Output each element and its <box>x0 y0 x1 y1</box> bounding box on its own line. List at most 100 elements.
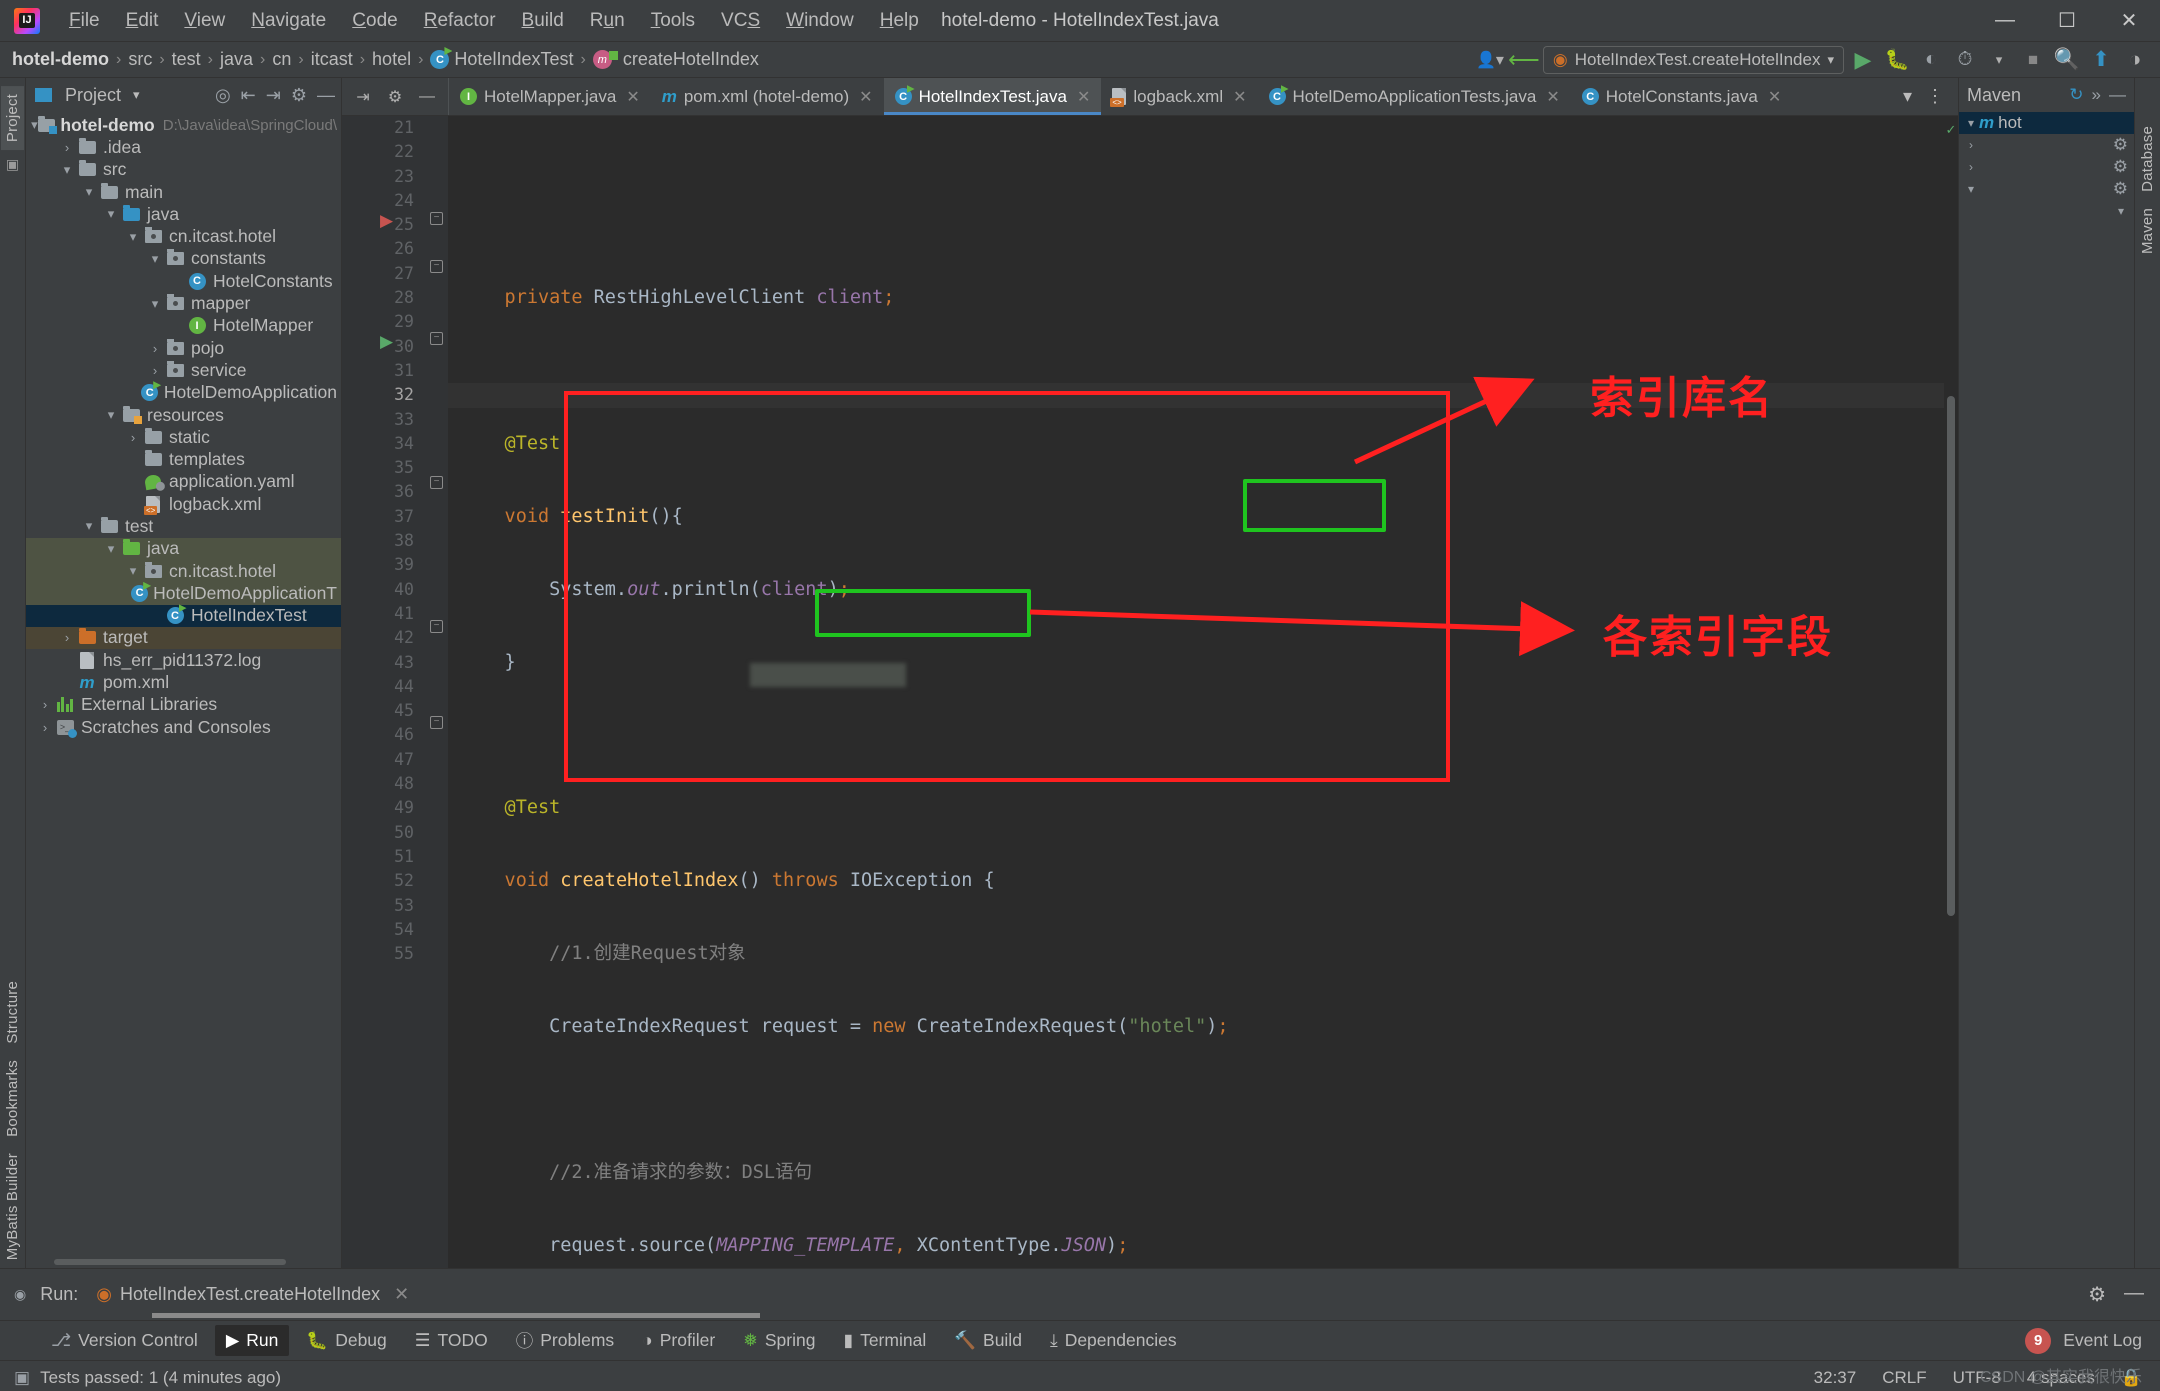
fold-collapse-icon[interactable]: − <box>430 716 443 729</box>
tool-tab-mybatis-builder[interactable]: MyBatis Builder <box>1 1145 24 1268</box>
maximize-button[interactable]: ☐ <box>2036 0 2098 42</box>
close-button[interactable]: ✕ <box>2098 0 2160 42</box>
expand-all-icon[interactable]: ⇤ <box>241 85 256 106</box>
lock-icon[interactable]: 🔒 <box>2121 1368 2142 1388</box>
fold-marker[interactable] <box>424 821 448 845</box>
chevron-down-icon[interactable]: ▾ <box>102 541 120 557</box>
menu-file[interactable]: File <box>56 6 113 36</box>
tree-item-external-libraries[interactable]: ›External Libraries <box>26 694 341 716</box>
tool-tab-database[interactable]: Database <box>2136 118 2159 200</box>
breadcrumb-java[interactable]: java <box>220 49 253 70</box>
chevron-down-icon[interactable]: ▾ <box>146 296 164 312</box>
tool-tab-maven[interactable]: Maven <box>2136 200 2159 262</box>
collapse-all-icon[interactable]: ⇥ <box>266 85 281 106</box>
fold-marker[interactable] <box>424 772 448 796</box>
test-passed-icon[interactable]: ▶ <box>380 332 400 352</box>
user-settings-icon[interactable]: 👤▾ <box>1475 46 1505 74</box>
close-icon[interactable]: ✕ <box>1546 87 1559 107</box>
bottom-tab-profiler[interactable]: ◑ Profiler <box>631 1325 726 1356</box>
event-log-area[interactable]: 9 Event Log <box>2025 1328 2160 1354</box>
tree-item-test[interactable]: ▾test <box>26 515 341 537</box>
ide-feature-trainer-icon[interactable]: ◑ <box>2120 46 2150 74</box>
menu-build[interactable]: Build <box>509 6 577 36</box>
tool-tab-bookmarks[interactable]: Bookmarks <box>1 1052 24 1145</box>
fold-marker[interactable] <box>424 140 448 164</box>
tree-item-main[interactable]: ▾main <box>26 181 341 203</box>
collapse-icon[interactable]: ⇥ <box>348 83 378 111</box>
fold-marker[interactable] <box>424 408 448 432</box>
chevron-down-icon[interactable]: ▾ <box>102 407 120 423</box>
chevron-right-icon[interactable]: › <box>36 697 54 712</box>
tree-item-service[interactable]: ›service <box>26 359 341 381</box>
chevron-right-icon[interactable]: › <box>36 720 54 735</box>
editor-vertical-scrollbar[interactable]: ✓ <box>1944 116 1958 1268</box>
update-project-icon[interactable]: ⬆ <box>2086 46 2116 74</box>
chevron-down-icon[interactable]: ▾ <box>124 563 142 579</box>
fold-gutter[interactable]: −−−−−− <box>424 116 448 1268</box>
fold-collapse-icon[interactable]: − <box>430 332 443 345</box>
code-content[interactable]: private RestHighLevelClient client; @Tes… <box>448 116 1944 1268</box>
tree-item-hotelindextest[interactable]: CHotelIndexTest <box>26 605 341 627</box>
bottom-tab-todo[interactable]: ☰ TODO <box>404 1325 499 1356</box>
more-options-icon[interactable]: ⋮ <box>1926 86 1944 107</box>
tree-item-target[interactable]: ›target <box>26 627 341 649</box>
menu-code[interactable]: Code <box>339 6 410 36</box>
menu-help[interactable]: Help <box>867 6 932 36</box>
tab-hotel-index-test[interactable]: C HotelIndexTest.java✕ <box>884 78 1102 115</box>
code-editor[interactable]: 2122232425262728293031323334353637383940… <box>342 116 1958 1268</box>
caret-position[interactable]: 32:37 <box>1814 1368 1857 1388</box>
tab-hotel-demo-application-tests[interactable]: C HotelDemoApplicationTests.java✕ <box>1258 78 1571 115</box>
tree-item-static[interactable]: ›static <box>26 426 341 448</box>
tree-item-src[interactable]: ▾src <box>26 159 341 181</box>
menu-vcs[interactable]: VCS <box>708 6 773 36</box>
close-icon[interactable]: ✕ <box>626 87 639 107</box>
menu-refactor[interactable]: Refactor <box>411 6 509 36</box>
fold-marker[interactable] <box>424 237 448 261</box>
run-with-coverage-icon[interactable]: ◐ <box>1916 46 1946 74</box>
chevron-right-icon[interactable]: › <box>124 430 142 445</box>
tree-item-hoteldemoapplication[interactable]: CHotelDemoApplication <box>26 382 341 404</box>
maven-row[interactable]: ▾ ⚙ <box>1959 178 2134 200</box>
close-icon[interactable]: ✕ <box>859 87 872 107</box>
fold-marker[interactable] <box>424 869 448 893</box>
close-icon[interactable]: ✕ <box>394 1284 409 1305</box>
fold-marker[interactable] <box>424 578 448 602</box>
run-panel-tab[interactable]: ◉ HotelIndexTest.createHotelIndex ✕ <box>96 1284 409 1305</box>
tree-item-hoteldemoapplicationt[interactable]: CHotelDemoApplicationT <box>26 582 341 604</box>
maven-row[interactable]: ▾ <box>1959 200 2134 222</box>
fold-collapse-icon[interactable]: − <box>430 260 443 273</box>
fold-marker[interactable] <box>424 505 448 529</box>
bottom-tab-problems[interactable]: ⓘ Problems <box>505 1323 625 1358</box>
tree-item-pom-xml[interactable]: mpom.xml <box>26 671 341 693</box>
run-configuration-selector[interactable]: ◉ HotelIndexTest.createHotelIndex ▾ <box>1543 46 1844 74</box>
bottom-tab-spring[interactable]: ❅ Spring <box>732 1325 826 1356</box>
bottom-tab-build[interactable]: 🔨 Build <box>943 1325 1033 1356</box>
chevron-down-icon[interactable]: ▾ <box>80 518 98 534</box>
run-icon[interactable]: ▶ <box>1848 46 1878 74</box>
tree-item-pojo[interactable]: ›pojo <box>26 337 341 359</box>
tree-item-hotelmapper[interactable]: IHotelMapper <box>26 315 341 337</box>
fold-collapse-icon[interactable]: − <box>430 476 443 489</box>
tree-item-cn-itcast-hotel[interactable]: ▾cn.itcast.hotel <box>26 225 341 247</box>
close-icon[interactable]: ✕ <box>1768 87 1781 107</box>
debug-icon[interactable]: 🐛 <box>1882 46 1912 74</box>
stop-icon[interactable]: ■ <box>2018 46 2048 74</box>
breadcrumb-itcast[interactable]: itcast <box>311 49 353 70</box>
tree-item-hotelconstants[interactable]: CHotelConstants <box>26 270 341 292</box>
run-test-icon[interactable]: ▶ <box>380 211 400 231</box>
chevron-right-icon[interactable]: › <box>58 630 76 645</box>
fold-marker[interactable] <box>424 796 448 820</box>
tab-hotel-constants[interactable]: C HotelConstants.java✕ <box>1571 78 1793 115</box>
fold-marker[interactable] <box>424 918 448 942</box>
tree-item-cn-itcast-hotel[interactable]: ▾cn.itcast.hotel <box>26 560 341 582</box>
more-icon[interactable]: » <box>2092 85 2101 105</box>
hide-icon[interactable]: — <box>2109 85 2126 105</box>
minimize-button[interactable]: — <box>1974 0 2036 42</box>
breadcrumb-cn[interactable]: cn <box>272 49 291 70</box>
menu-run[interactable]: Run <box>577 6 638 36</box>
tab-hotel-mapper[interactable]: I HotelMapper.java✕ <box>449 78 651 115</box>
vcs-update-icon[interactable]: ⟵ <box>1509 46 1539 74</box>
fold-marker[interactable] <box>424 942 448 966</box>
tree-item-hotel-demo[interactable]: ▾hotel-demoD:\Java\idea\SpringCloud\ <box>26 114 341 136</box>
tree-item-java[interactable]: ▾java <box>26 203 341 225</box>
